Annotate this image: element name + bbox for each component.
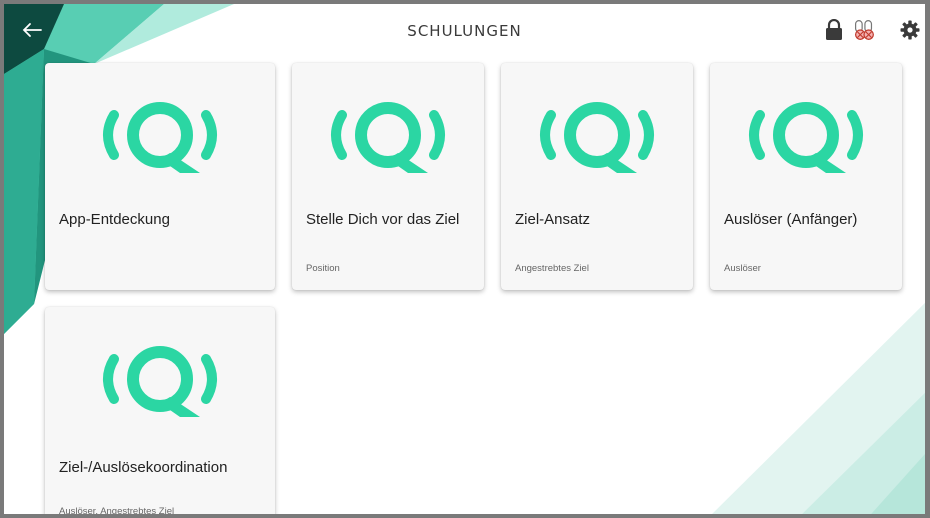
card-title: App-Entdeckung	[59, 211, 170, 228]
app-window: SCHULUNGEN App-Entdeckung Stelle Dich vo…	[0, 0, 930, 518]
card-title: Ziel-Ansatz	[515, 211, 591, 228]
training-card-target-trigger-coordination[interactable]: Ziel-/Auslösekoordination Auslöser, Ange…	[45, 307, 275, 517]
top-bar: SCHULUNGEN	[4, 4, 925, 56]
q-logo-icon	[331, 102, 445, 173]
training-card-position[interactable]: Stelle Dich vor das Ziel Position	[292, 63, 484, 290]
card-title: Ziel-/Auslösekoordination	[59, 459, 228, 476]
lock-icon	[826, 19, 842, 40]
mic-muted-button[interactable]	[850, 16, 878, 44]
card-subtitle: Auslöser, Angestrebtes Ziel	[59, 506, 175, 517]
card-subtitle: Auslöser	[724, 263, 761, 274]
card-title: Auslöser (Anfänger)	[724, 211, 858, 228]
page-title: SCHULUNGEN	[407, 22, 522, 40]
training-card-app-discovery[interactable]: App-Entdeckung	[45, 63, 275, 290]
card-subtitle: Position	[306, 263, 340, 274]
card-subtitle: Angestrebtes Ziel	[515, 263, 589, 274]
training-card-trigger-beginner[interactable]: Auslöser (Anfänger) Auslöser	[710, 63, 902, 290]
lock-button[interactable]	[820, 16, 848, 44]
q-logo-icon	[540, 102, 654, 173]
card-title: Stelle Dich vor das Ziel	[306, 211, 460, 228]
settings-button[interactable]	[896, 16, 924, 44]
gear-icon	[900, 20, 920, 40]
q-logo-icon	[749, 102, 863, 173]
q-logo-icon	[103, 346, 217, 417]
training-card-target-approach[interactable]: Ziel-Ansatz Angestrebtes Ziel	[501, 63, 693, 290]
q-logo-icon	[103, 102, 217, 173]
mic-muted-icon	[854, 20, 874, 40]
